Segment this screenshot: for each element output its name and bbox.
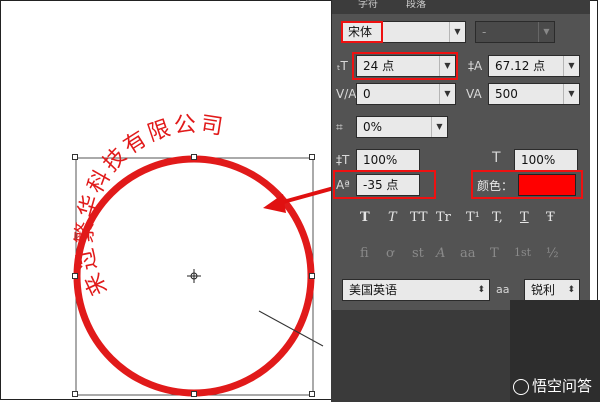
kerning-icon: V/A [336,87,357,101]
panel-tab-bar: 字符 段落 [332,0,590,14]
chevron-down-icon: ▼ [449,22,465,42]
tab-paragraph[interactable]: 段落 [406,0,426,14]
language-value: 美国英语 [349,283,398,297]
horizontal-scale-field[interactable]: 100% [514,149,578,171]
subscript-button[interactable]: T, [492,210,503,225]
swash-button[interactable]: A [436,246,445,261]
tracking-icon: VA [466,87,482,101]
watermark: 悟空问答 [512,375,592,396]
tab-character[interactable]: 字符 [358,0,378,14]
chevron-down-icon: ▼ [563,56,579,76]
antialias-icon-a: a [502,283,510,296]
discretionary-ligatures-button[interactable]: ơ [386,246,394,261]
chevron-down-icon: ▼ [431,117,447,137]
ordinals-st-button[interactable]: 1st [514,246,531,259]
small-caps-button[interactable]: Tr [436,210,451,225]
vertical-scale-value: 100% [363,153,398,167]
strikethrough-button[interactable]: Ŧ [546,210,555,225]
horizontal-scale-value: 100% [521,153,556,167]
font-size-icon: ₜT [337,59,348,73]
tsume-value: 0% [363,120,383,134]
ligatures-button[interactable]: fi [360,246,369,261]
annotation-arrow-line [275,184,342,206]
transform-center-icon[interactable] [187,269,201,283]
kerning-value: 0 [363,87,371,101]
kerning-field[interactable]: 0 ▼ [356,83,456,105]
vertical-scale-field[interactable]: 100% [356,149,420,171]
fractions-button[interactable]: ½ [546,246,559,261]
wukong-logo-icon [512,378,529,395]
document-canvas[interactable]: 来过繁华科技有限公司 [1,1,342,399]
chevron-down-icon: ▼ [439,84,455,104]
updown-icon: ⬍ [567,285,575,295]
transform-handle-top-left[interactable] [72,154,78,160]
stamp-arc-text: 来过繁华科技有限公司 [73,112,228,300]
vertical-scale-icon: ‡T [336,153,350,167]
antialias-icon: aa [496,283,510,296]
transform-handle-top-right[interactable] [309,154,315,160]
highlight-baseline-shift [333,170,436,199]
ordinals-button[interactable]: T [490,246,499,261]
transform-handle-right[interactable] [309,273,315,279]
chevron-down-icon: ▼ [563,84,579,104]
stylistic-alternates-button[interactable]: st [412,246,424,261]
tracking-value: 500 [495,87,518,101]
tracking-field[interactable]: 500 ▼ [488,83,580,105]
leading-field[interactable]: 67.12 点 ▼ [488,55,580,77]
underline-button[interactable]: T [520,210,529,225]
transform-handle-top[interactable] [191,154,197,160]
stamp-artwork: 来过繁华科技有限公司 [73,112,342,397]
transform-handle-bottom-left[interactable] [72,391,78,397]
leading-icon: ‡A [468,59,483,73]
antialias-select[interactable]: 锐利 ⬍ [524,279,580,301]
highlight-font-family [341,21,383,43]
faux-italic-button[interactable]: T [388,210,397,225]
antialias-value: 锐利 [531,283,556,297]
font-style-value: - [482,25,487,39]
font-style-select[interactable]: - ▼ [475,21,555,43]
tsume-icon: ⌗ [336,120,343,134]
titling-alternates-button[interactable]: aa [460,246,476,261]
transform-handle-left[interactable] [72,273,78,279]
transform-handle-bottom[interactable] [191,391,197,397]
chevron-down-icon: ▼ [538,22,554,42]
all-caps-button[interactable]: TT [410,210,428,225]
leading-value: 67.12 点 [495,59,546,73]
language-select[interactable]: 美国英语 ⬍ [342,279,490,301]
watermark-text: 悟空问答 [531,377,592,395]
highlight-font-size [352,52,458,80]
faux-bold-button[interactable]: T [360,210,370,225]
annotation-arrow-head [263,194,286,213]
tsume-field[interactable]: 0% ▼ [356,116,448,138]
character-panel: 字符 段落 宋体 ▼ - ▼ ₜT 24 点 ▼ ‡A 67.12 点 ▼ V/… [331,0,590,310]
horizontal-scale-icon: T [492,150,501,166]
highlight-color [471,170,583,199]
superscript-button[interactable]: T¹ [466,210,480,225]
transform-handle-bottom-right[interactable] [309,391,315,397]
updown-icon: ⬍ [477,285,485,295]
